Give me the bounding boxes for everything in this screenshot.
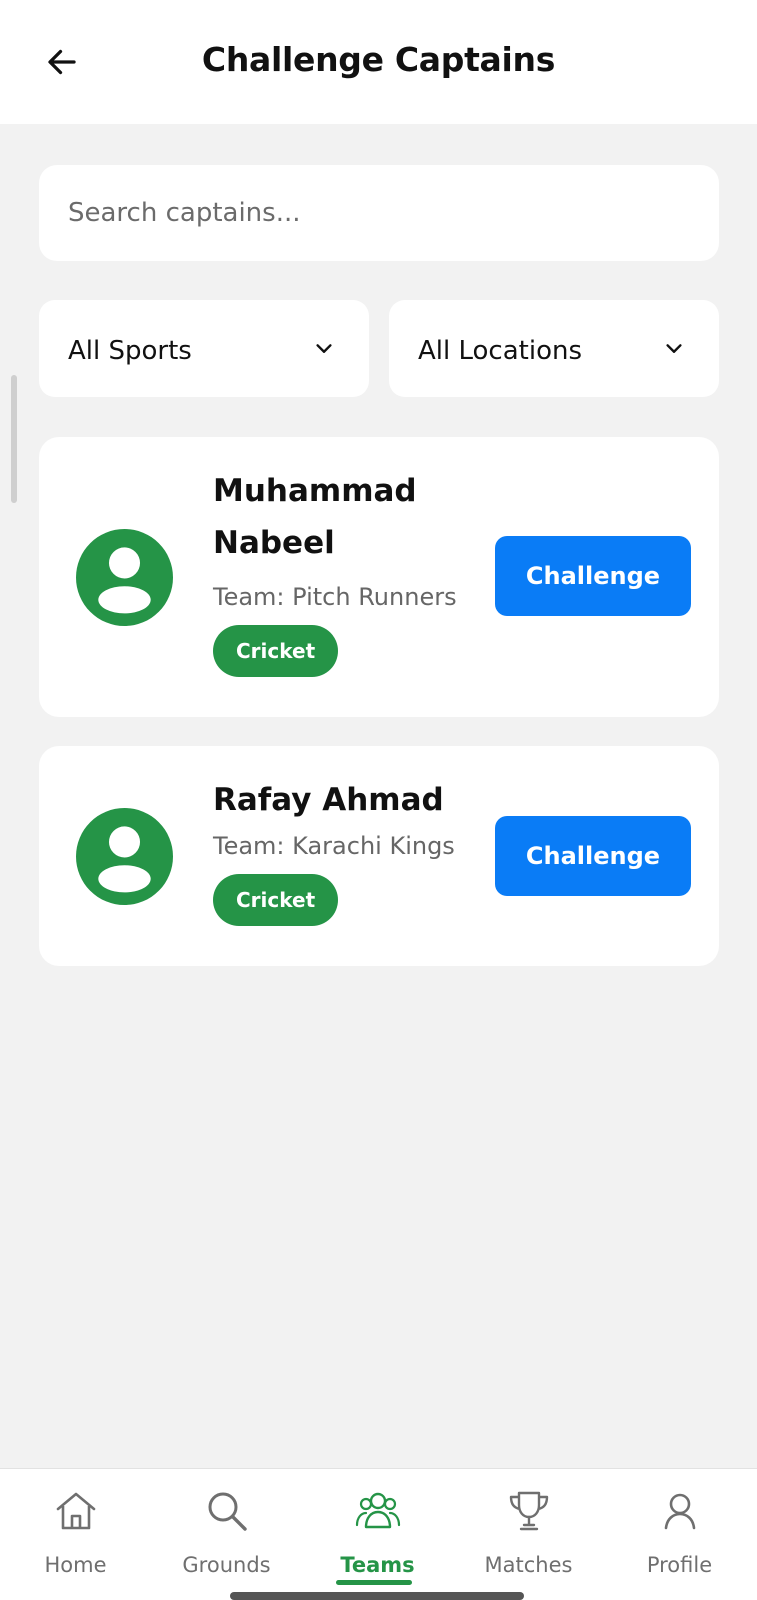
sport-filter-value: All Sports [68, 336, 192, 366]
search-icon [208, 1492, 247, 1531]
home-icon [56, 1492, 95, 1530]
sport-badge: Cricket [213, 874, 339, 926]
sport-badge: Cricket [213, 625, 339, 677]
captain-team: Team: Pitch Runners [213, 583, 457, 611]
bottom-navigation: Home Grounds Teams Matches Profile [0, 1468, 757, 1600]
nav-label: Profile [646, 1553, 713, 1577]
location-filter-dropdown[interactable]: All Locations [389, 300, 719, 397]
nav-label: Teams [340, 1553, 415, 1577]
captain-card: Rafay Ahmad Team: Karachi Kings Cricket … [39, 746, 719, 966]
teams-icon [355, 1492, 400, 1529]
page-title: Challenge Captains [201, 40, 556, 79]
nav-item-home[interactable]: Home [0, 1469, 151, 1600]
system-home-indicator[interactable] [230, 1592, 524, 1600]
captain-card: Muhammad Nabeel Team: Pitch Runners Cric… [39, 437, 719, 717]
nav-item-teams[interactable]: Teams [302, 1469, 453, 1600]
captain-name: Rafay Ahmad [213, 782, 444, 818]
app-header: Challenge Captains [0, 0, 757, 124]
search-input[interactable] [39, 165, 719, 261]
captain-name: Muhammad Nabeel [213, 473, 417, 561]
nav-item-profile[interactable]: Profile [604, 1469, 755, 1600]
sport-filter-dropdown[interactable]: All Sports [39, 300, 369, 397]
captain-team: Team: Karachi Kings [213, 832, 455, 860]
profile-icon [664, 1493, 695, 1530]
challenge-button[interactable]: Challenge [495, 536, 691, 616]
user-avatar-icon [76, 529, 173, 626]
location-filter-value: All Locations [418, 336, 583, 366]
nav-label: Matches [484, 1553, 573, 1577]
trophy-icon [509, 1491, 548, 1531]
active-tab-indicator [336, 1580, 412, 1585]
nav-label: Grounds [182, 1553, 271, 1577]
scrollbar[interactable] [11, 375, 17, 503]
chevron-down-icon [316, 344, 332, 353]
nav-label: Home [44, 1553, 107, 1577]
nav-item-grounds[interactable]: Grounds [151, 1469, 302, 1600]
user-avatar-icon [76, 808, 173, 905]
chevron-down-icon [666, 344, 682, 353]
challenge-button[interactable]: Challenge [495, 816, 691, 896]
nav-item-matches[interactable]: Matches [453, 1469, 604, 1600]
